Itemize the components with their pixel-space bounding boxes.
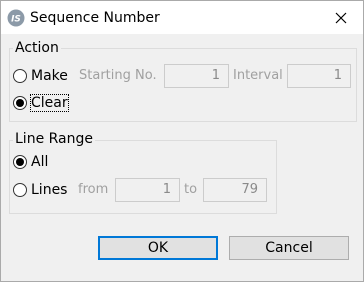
clear-radio-indicator	[13, 96, 27, 110]
all-radio-label: All	[31, 154, 49, 170]
cancel-button[interactable]: Cancel	[229, 236, 349, 260]
app-logo-icon: IS	[7, 9, 25, 27]
interval-field[interactable]: 1	[287, 64, 351, 88]
all-radio-indicator	[13, 155, 27, 169]
to-field[interactable]: 79	[203, 178, 267, 202]
title-bar: IS Sequence Number	[1, 1, 363, 34]
sequence-number-dialog: IS Sequence Number Action Make Starting …	[0, 0, 364, 282]
close-icon	[335, 12, 347, 23]
all-radio[interactable]: All	[13, 154, 48, 170]
to-label: to	[184, 182, 198, 197]
line-range-group	[9, 140, 277, 214]
action-legend: Action	[13, 40, 61, 56]
close-button[interactable]	[319, 1, 363, 34]
window-title: Sequence Number	[30, 10, 160, 26]
interval-label: Interval	[233, 68, 283, 83]
lines-radio-label: Lines	[31, 182, 68, 198]
starting-no-label: Starting No.	[79, 68, 157, 83]
svg-text:IS: IS	[11, 15, 21, 25]
clear-radio[interactable]: Clear	[13, 94, 69, 112]
from-field[interactable]: 1	[115, 178, 180, 202]
make-radio-indicator	[13, 69, 27, 83]
starting-no-field[interactable]: 1	[164, 64, 229, 88]
lines-radio[interactable]: Lines	[13, 182, 67, 198]
from-label: from	[78, 182, 109, 197]
line-range-legend: Line Range	[13, 131, 95, 147]
make-radio-label: Make	[31, 68, 68, 84]
ok-button[interactable]: OK	[98, 236, 218, 260]
make-radio[interactable]: Make	[13, 68, 68, 84]
lines-radio-indicator	[13, 183, 27, 197]
clear-radio-label: Clear	[30, 94, 69, 112]
